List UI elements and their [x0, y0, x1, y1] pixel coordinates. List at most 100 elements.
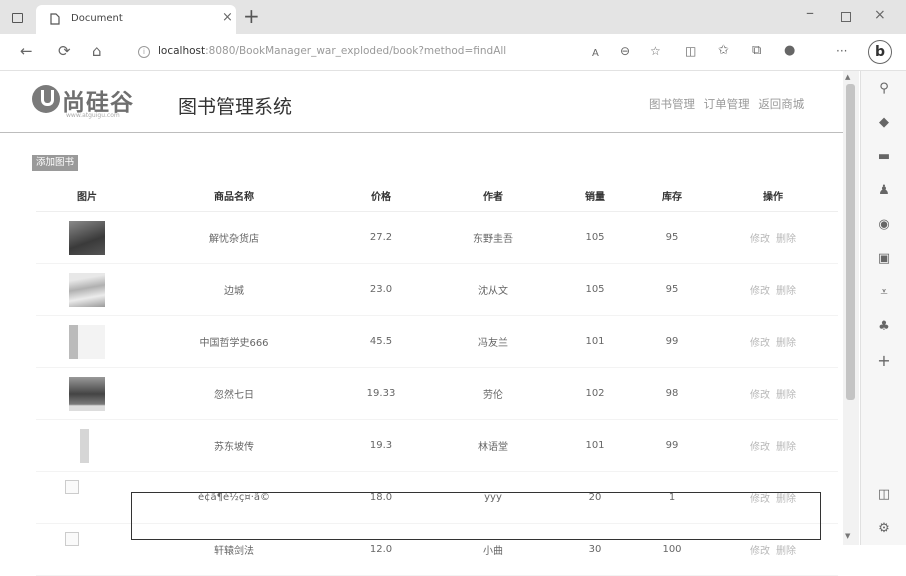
close-window-button[interactable]: ×	[874, 7, 886, 23]
book-author: 林语堂	[432, 419, 554, 472]
refresh-icon[interactable]: ⟳	[58, 42, 71, 60]
tab-close-icon[interactable]: ×	[222, 10, 233, 25]
table-row: 解忧杂货店 27.2 东野圭吾 105 95 修改 删除	[36, 211, 838, 264]
book-price: 19.33	[330, 367, 432, 420]
book-image-cell	[36, 367, 138, 420]
tab-title: Document	[71, 13, 123, 24]
header-nav: 图书管理 订单管理 返回商城	[649, 96, 809, 112]
profile-icon[interactable]: ●	[784, 42, 795, 60]
book-image-cell	[36, 419, 138, 472]
collections-icon[interactable]: ⧉	[752, 42, 761, 60]
games-icon[interactable]: ♣	[861, 319, 906, 335]
page-icon	[50, 13, 60, 25]
outlook-icon[interactable]: ▣	[861, 251, 906, 267]
new-tab-button[interactable]: +	[243, 4, 260, 28]
book-image-cell	[36, 263, 138, 316]
sidebar-layout-icon[interactable]: ◫	[861, 487, 906, 503]
site-logo[interactable]: 尚硅谷 www.atguigu.com	[32, 84, 162, 124]
address-path: :8080/BookManager_war_exploded/book?meth…	[205, 45, 507, 57]
scroll-down-arrow-icon[interactable]: ▼	[845, 532, 850, 540]
book-actions: 修改 删除	[708, 263, 838, 316]
nav-link-book-manage[interactable]: 图书管理	[649, 97, 695, 111]
book-cover-image	[69, 428, 105, 463]
book-name: 边城	[138, 263, 330, 316]
column-header-actions: 操作	[708, 179, 838, 212]
edit-link[interactable]: 修改	[750, 338, 770, 349]
row-highlight-box	[131, 492, 821, 540]
delete-link[interactable]: 删除	[776, 234, 796, 245]
book-stock: 95	[636, 263, 708, 316]
zoom-icon[interactable]: ⊖	[620, 42, 630, 60]
book-image-cell	[36, 523, 138, 576]
book-name: 苏东坡传	[138, 419, 330, 472]
office-icon[interactable]: ◉	[861, 217, 906, 233]
header-divider	[0, 132, 843, 133]
book-stock: 95	[636, 211, 708, 264]
browser-sidebar: ⚲ ◆ ▬ ♟ ◉ ▣ ⩡ ♣ + ◫ ⚙	[860, 71, 906, 545]
delete-link[interactable]: 删除	[776, 286, 796, 297]
book-price: 19.3	[330, 419, 432, 472]
book-author: 东野圭吾	[432, 211, 554, 264]
split-screen-icon[interactable]: ◫	[685, 42, 696, 60]
people-icon[interactable]: ♟	[861, 183, 906, 199]
book-cover-image	[69, 324, 105, 359]
column-header-image: 图片	[36, 179, 138, 212]
add-sidebar-icon[interactable]: +	[861, 353, 906, 369]
scroll-up-arrow-icon[interactable]: ▲	[845, 73, 850, 81]
bing-copilot-icon[interactable]: b	[868, 40, 892, 64]
book-author: 劳伦	[432, 367, 554, 420]
search-icon[interactable]: ⚲	[861, 81, 906, 97]
column-header-author: 作者	[432, 179, 554, 212]
title-bar: Document × + – ×	[0, 0, 906, 34]
delete-link[interactable]: 删除	[776, 546, 796, 557]
edit-link[interactable]: 修改	[750, 234, 770, 245]
table-row: 中国哲学史666 45.5 冯友兰 101 99 修改 删除	[36, 315, 838, 368]
book-price: 27.2	[330, 211, 432, 264]
column-header-price: 价格	[330, 179, 432, 212]
book-name: 中国哲学史666	[138, 315, 330, 368]
address-bar[interactable]: localhost:8080/BookManager_war_exploded/…	[158, 45, 506, 57]
book-actions: 修改 删除	[708, 367, 838, 420]
nav-link-back-to-mall[interactable]: 返回商城	[758, 97, 804, 111]
minimize-button[interactable]: –	[806, 3, 814, 22]
address-host: localhost	[158, 45, 206, 57]
browser-tab[interactable]: Document ×	[36, 5, 236, 34]
toolbox-icon[interactable]: ▬	[861, 149, 906, 165]
edit-link[interactable]: 修改	[750, 286, 770, 297]
tab-actions-icon[interactable]	[12, 13, 23, 23]
settings-gear-icon[interactable]: ⚙	[861, 521, 906, 537]
page-title: 图书管理系统	[178, 96, 293, 118]
edit-link[interactable]: 修改	[750, 546, 770, 557]
book-sales: 105	[554, 211, 636, 264]
more-menu-icon[interactable]: ···	[836, 42, 847, 60]
book-image-cell	[36, 471, 138, 524]
delete-link[interactable]: 删除	[776, 390, 796, 401]
book-actions: 修改 删除	[708, 315, 838, 368]
favorite-add-icon[interactable]: ☆	[650, 42, 661, 60]
book-actions: 修改 删除	[708, 419, 838, 472]
book-sales: 101	[554, 315, 636, 368]
site-info-icon[interactable]: i	[138, 46, 150, 58]
delete-link[interactable]: 删除	[776, 338, 796, 349]
back-arrow-icon[interactable]: ←	[20, 42, 33, 60]
home-icon[interactable]: ⌂	[92, 42, 102, 60]
column-header-name: 商品名称	[138, 179, 330, 212]
tag-icon[interactable]: ◆	[861, 115, 906, 131]
book-cover-image	[69, 220, 105, 255]
read-aloud-icon[interactable]: A	[592, 45, 599, 63]
book-sales: 105	[554, 263, 636, 316]
delete-link[interactable]: 删除	[776, 442, 796, 453]
broken-image-icon	[65, 480, 79, 494]
nav-link-order-manage[interactable]: 订单管理	[704, 97, 750, 111]
book-image-cell	[36, 315, 138, 368]
edit-link[interactable]: 修改	[750, 390, 770, 401]
maximize-button[interactable]	[841, 12, 851, 22]
edit-link[interactable]: 修改	[750, 442, 770, 453]
column-header-stock: 库存	[636, 179, 708, 212]
shopping-icon[interactable]: ⩡	[861, 285, 906, 301]
add-book-button[interactable]: 添加图书	[32, 155, 79, 171]
book-author: 冯友兰	[432, 315, 554, 368]
book-stock: 98	[636, 367, 708, 420]
scrollbar-thumb[interactable]	[846, 84, 855, 400]
favorites-icon[interactable]: ✩	[718, 42, 729, 60]
